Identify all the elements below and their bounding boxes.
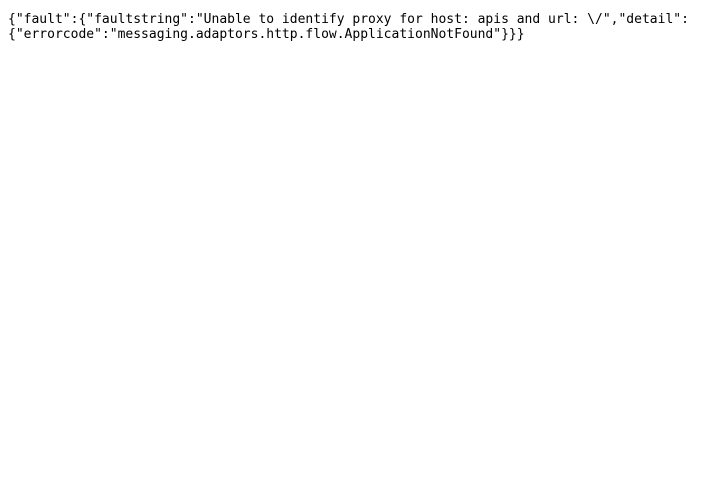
json-line-2: {"errorcode":"messaging.adaptors.http.fl… — [8, 27, 525, 42]
browser-page: {"fault":{"faultstring":"Unable to ident… — [0, 0, 720, 480]
json-error-response: {"fault":{"faultstring":"Unable to ident… — [8, 12, 712, 42]
json-line-1: {"fault":{"faultstring":"Unable to ident… — [8, 12, 689, 27]
